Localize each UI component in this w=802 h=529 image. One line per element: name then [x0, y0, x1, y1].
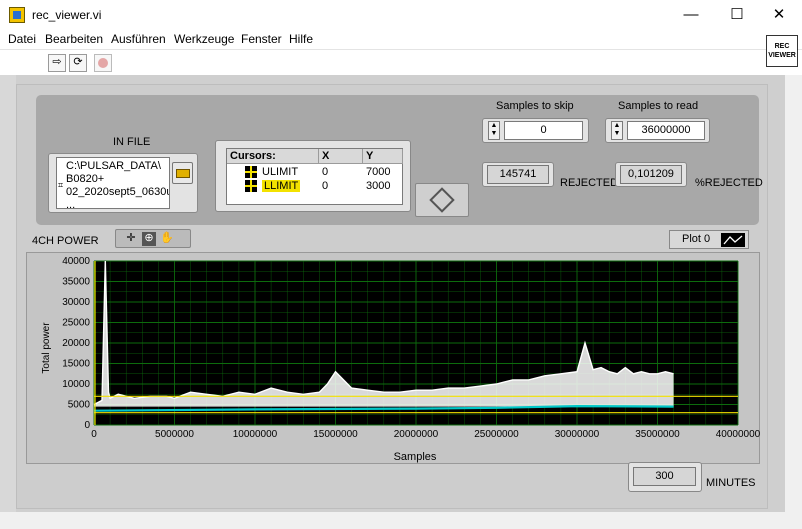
y-tick-label: 15000 [62, 359, 90, 370]
y-tick-label: 25000 [62, 318, 90, 329]
y-tick-label: 5000 [68, 400, 91, 411]
minimize-button[interactable]: — [668, 0, 714, 30]
zoom-icon[interactable]: ⊕ [142, 232, 156, 246]
samples-to-read-increment[interactable]: ▲ ▼ [611, 121, 623, 140]
y-axis-label: Total power [41, 322, 52, 374]
menu-bar: Datei Bearbeiten Ausführen Werkzeuge Fen… [0, 30, 802, 49]
maximize-button[interactable]: ☐ [714, 0, 760, 30]
rejected-label: REJECTED [560, 177, 619, 189]
minutes-label: MINUTES [706, 477, 756, 489]
abort-icon[interactable] [94, 54, 112, 72]
plot-legend-label: Plot 0 [682, 233, 711, 245]
crosshair-icon[interactable]: ✛ [124, 232, 138, 246]
x-tick-label: 0 [91, 429, 97, 440]
ulimit-cursor-icon[interactable] [245, 166, 257, 178]
graph-title: 4CH POWER [32, 235, 99, 247]
cursor-header-y: Y [363, 149, 403, 164]
plot-legend[interactable]: Plot 0 [669, 230, 749, 249]
menu-bearbeiten[interactable]: Bearbeiten [45, 32, 103, 46]
graph-palette: ✛ ⊕ ✋ [115, 229, 191, 248]
horizontal-scrollbar[interactable] [0, 512, 802, 529]
x-tick-label: 40000000 [716, 429, 761, 440]
x-tick-label: 35000000 [635, 429, 680, 440]
x-axis-label: Samples [394, 451, 437, 463]
toolbar: ⇨ ⟳ [0, 49, 802, 75]
labview-app-icon [9, 7, 25, 23]
x-tick-label: 15000000 [313, 429, 358, 440]
samples-to-skip-increment[interactable]: ▲ ▼ [488, 121, 500, 140]
panel-margin [0, 75, 16, 512]
vi-icon: REC VIEWER [766, 35, 798, 67]
y-tick-label: 35000 [62, 277, 90, 288]
cursor-row-x: 0 [322, 166, 329, 178]
menu-ausfuehren[interactable]: Ausführen [111, 32, 166, 46]
close-button[interactable]: ✕ [756, 0, 802, 30]
menu-werkzeuge[interactable]: Werkzeuge [174, 32, 234, 46]
y-tick-label: 30000 [62, 297, 90, 308]
cursor-row-x: 0 [322, 180, 329, 192]
y-tick-label: 0 [84, 420, 90, 431]
cursor-row-y: 7000 [366, 166, 391, 178]
in-file-path-text: C:\PULSAR_DATA\ B0820+ 02_2020sept5_0630… [66, 160, 170, 209]
cursor-legend[interactable]: Cursors: X Y ULIMIT 0 7000 LLIMIT 0 3000 [226, 148, 403, 205]
cursor-movement-control[interactable] [415, 183, 469, 217]
x-tick-label: 30000000 [555, 429, 600, 440]
cursor-row-name: ULIMIT [262, 166, 299, 178]
menu-hilfe[interactable]: Hilfe [289, 32, 313, 46]
percent-rejected-indicator: 0,101209 [620, 165, 682, 184]
x-tick-label: 5000000 [155, 429, 194, 440]
y-tick-label: 10000 [62, 379, 90, 390]
rejected-indicator: 145741 [487, 165, 549, 184]
cursor-header-x: X [319, 149, 363, 164]
percent-rejected-label: %REJECTED [695, 177, 763, 189]
diamond-move-icon [429, 187, 455, 213]
run-arrow-icon[interactable]: ⇨ [48, 54, 66, 72]
y-tick-label: 40000 [62, 256, 90, 267]
waveform-graph[interactable]: 0 5000000 10000000 15000000 20000000 25000000… [26, 252, 761, 464]
samples-to-read-label: Samples to read [618, 100, 699, 112]
cursor-row-name: LLIMIT [259, 179, 301, 193]
llimit-selected-name: LLIMIT [262, 180, 301, 192]
menu-datei[interactable]: Datei [8, 32, 36, 46]
x-tick-label: 25000000 [474, 429, 519, 440]
path-type-icon: ⌗ [58, 180, 64, 190]
vertical-scrollbar[interactable] [785, 75, 802, 512]
menu-fenster[interactable]: Fenster [241, 32, 282, 46]
plot-line-swatch-icon [721, 233, 745, 247]
in-file-path-field[interactable]: ⌗ C:\PULSAR_DATA\ B0820+ 02_2020sept5_06… [56, 157, 170, 209]
in-file-label: IN FILE [113, 136, 151, 148]
plot-canvas: 0 5000000 10000000 15000000 20000000 25000000… [41, 256, 761, 463]
samples-to-skip-input[interactable]: 0 [504, 121, 583, 140]
samples-to-read-input[interactable]: 36000000 [627, 121, 705, 140]
samples-to-skip-label: Samples to skip [496, 100, 574, 112]
resize-grip-icon[interactable] [786, 513, 802, 529]
browse-folder-icon[interactable] [172, 162, 193, 184]
x-tick-label: 20000000 [394, 429, 439, 440]
minutes-indicator: 300 [633, 467, 696, 486]
cursor-header-name: Cursors: [227, 149, 319, 164]
x-tick-label: 10000000 [233, 429, 278, 440]
cursor-row-y: 3000 [366, 180, 391, 192]
window-title: rec_viewer.vi [32, 8, 102, 22]
pan-hand-icon[interactable]: ✋ [160, 232, 174, 246]
run-continuously-icon[interactable]: ⟳ [69, 54, 87, 72]
llimit-cursor-icon[interactable] [245, 180, 257, 192]
y-tick-label: 20000 [62, 338, 90, 349]
